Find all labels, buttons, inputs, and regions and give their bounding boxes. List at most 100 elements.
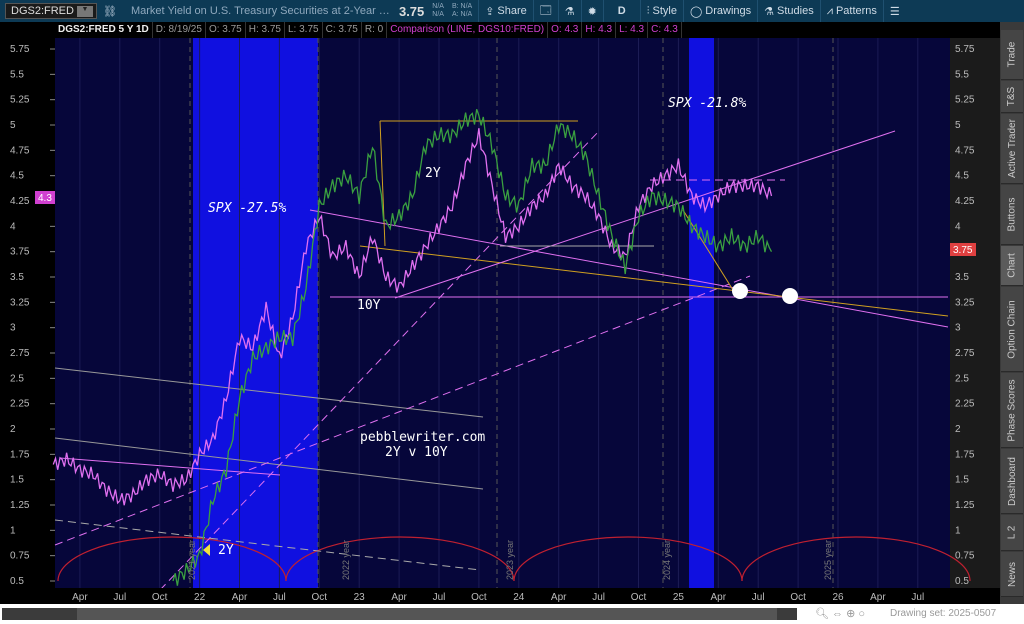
annotation-10y: 10Y [357,298,381,313]
y-tick-label-right: 0.5 [955,576,969,587]
menu-icon: ☰ [889,5,900,18]
y-tick-label: 3 [10,323,16,334]
drawings-button[interactable]: ◯ Drawings [682,0,757,22]
patterns-button[interactable]: ⩘ Patterns [819,0,883,22]
x-tick-label: 24 [513,592,525,603]
y-tick-label-right: 5 [955,120,961,131]
sidebar-tab-trade[interactable]: Trade [1001,30,1023,80]
flask-button[interactable]: ⚗ [557,0,581,22]
comparison-label: Comparison (LINE, DGS10:FRED) [387,22,549,38]
y-tick-label: 3.75 [10,247,30,258]
x-tick-label: Oct [312,592,328,603]
x-tick-label: 22 [194,592,206,603]
y-tick-label: 4.25 [10,196,30,207]
sidebar-tab-dashboard[interactable]: Dashboard [1001,449,1023,514]
y-tick-label: 2.5 [10,373,24,384]
x-axis [0,588,1000,604]
crosshair-icon[interactable]: ⊕ [846,608,855,620]
instrument-title: Market Yield on U.S. Treasury Securities… [130,5,393,17]
x-tick-label: 26 [832,592,844,603]
year-label: 2022 year [341,540,351,580]
share-button[interactable]: ⇪ Share [478,0,533,22]
sidebar-tab-phase-scores[interactable]: Phase Scores [1001,373,1023,448]
menu-button[interactable]: ☰ [882,0,906,22]
x-tick-label: Jul [592,592,605,603]
last-price: 3.75 [398,3,425,19]
y-tick-label-right: 2 [955,424,961,435]
x-tick-label: Jul [113,592,126,603]
symbol-text: DGS2:FRED [11,5,74,17]
y-tick-label-right: 5.75 [955,44,975,55]
link-icon[interactable]: ⛓ [103,5,117,18]
price-chart[interactable]: SPX -27.5% SPX -21.8% 2Y 10Y pebblewrite… [0,38,1000,604]
sidebar-tab-t-s[interactable]: T&S [1001,81,1023,113]
patterns-label: Patterns [835,5,877,17]
sidebar-tab-label: Option Chain [1006,299,1018,359]
annotation-spx1: SPX -27.5% [208,201,286,216]
x-tick-label: Apr [391,592,407,603]
top-toolbar: DGS2:FRED ▼ ⛓ Market Yield on U.S. Treasu… [0,0,1024,22]
y-tick-label: 0.75 [10,551,30,562]
x-tick-label: Apr [72,592,88,603]
patterns-icon: ⩘ [826,4,833,17]
chevron-down-icon[interactable]: ▼ [77,5,93,17]
studies-label: Studies [777,5,814,17]
change-pct: N/A [432,11,444,18]
sidebar-tab-option-chain[interactable]: Option Chain [1001,287,1023,372]
horizontal-scrollbar[interactable] [2,608,797,620]
x-tick-label: Jul [273,592,286,603]
right-price-badge-text: 3.75 [953,245,973,256]
share-icon: ⇪ [485,5,495,18]
period-button[interactable]: D [602,0,640,22]
alert-button[interactable]: 🗔 [532,0,558,22]
sidebar-tab-label: Dashboard [1006,456,1018,506]
gear-icon: ✹ [587,5,597,18]
zoom-icon[interactable]: 🔍︎ [815,608,829,620]
intersection-marker [732,283,748,299]
sidebar-tab-l-2[interactable]: L 2 [1001,515,1023,551]
studies-button[interactable]: ⚗ Studies [757,0,820,22]
sidebar-tab-buttons[interactable]: Buttons [1001,185,1023,245]
x-tick-label: 25 [673,592,685,603]
chart-tools: 🔍︎ ⇔ ⊕ ○ [815,607,865,620]
y-tick-label-right: 2.75 [955,348,975,359]
sidebar-tab-chart[interactable]: Chart [1001,246,1023,286]
share-label: Share [497,5,527,17]
x-tick-label: Jul [911,592,924,603]
x-tick-label: Apr [232,592,248,603]
y-tick-label: 5.25 [10,95,30,106]
year-label: 2024 year [662,540,672,580]
candle-icon: ⫶ [646,4,650,17]
y-tick-label: 3.25 [10,297,30,308]
sidebar-tab-news[interactable]: News [1001,552,1023,597]
info-low: L: 3.75 [285,22,323,38]
sidebar-tab-active-trader[interactable]: Active Trader [1001,114,1023,184]
left-price-badge-text: 4.3 [38,193,52,204]
sidebar-tab-label: Buttons [1006,197,1018,232]
scrollbar-thumb[interactable] [77,608,777,620]
x-tick-label: 23 [354,592,366,603]
flask-icon: ⚗ [564,5,575,18]
x-tick-label: Apr [551,592,567,603]
alert-icon: 🗔 [539,4,552,17]
y-tick-label: 2.25 [10,399,30,410]
symbol-selector[interactable]: DGS2:FRED ▼ [5,3,97,19]
style-button[interactable]: ⫶ Style [639,0,683,22]
x-tick-label: Apr [870,592,886,603]
y-tick-label-right: 3.25 [955,297,975,308]
info-open: O: 3.75 [206,22,246,38]
bid-ask: B: N/A A: N/A [452,3,472,19]
y-tick-label: 5 [10,120,16,131]
circle-icon[interactable]: ○ [858,608,865,620]
y-tick-label-right: 1.5 [955,475,969,486]
y-tick-label-right: 5.25 [955,95,975,106]
settings-button[interactable]: ✹ [580,0,603,22]
y-tick-label-right: 5.5 [955,69,969,80]
recession-band [689,38,714,588]
y-tick-label: 5.75 [10,44,30,55]
change-values: N/A N/A [432,3,444,19]
pan-icon[interactable]: ⇔ [832,608,843,620]
y-tick-label: 5.5 [10,69,24,80]
sidebar-tab-label: Trade [1006,41,1018,68]
comparison-close: C: 4.3 [648,22,682,38]
